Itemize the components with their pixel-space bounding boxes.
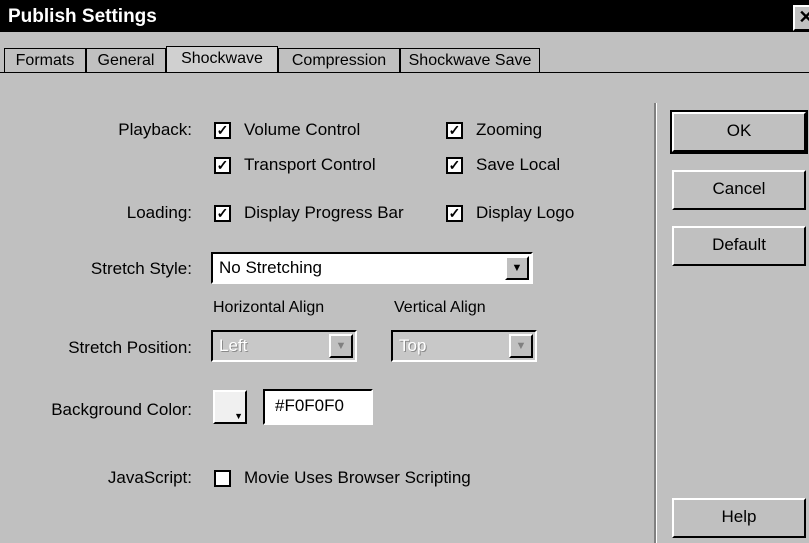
checkmark-icon: ✓	[214, 122, 231, 139]
background-color-label: Background Color:	[51, 400, 192, 419]
checkmark-icon: ✓	[446, 205, 463, 222]
tab-compression[interactable]: Compression	[278, 48, 400, 73]
stretch-position-label: Stretch Position:	[68, 338, 192, 357]
display-progress-bar-label: Display Progress Bar	[244, 203, 404, 222]
checkmark-icon: ✓	[214, 157, 231, 174]
save-local-label: Save Local	[476, 155, 561, 174]
chevron-down-icon: ▼	[234, 411, 243, 421]
browser-scripting-label: Movie Uses Browser Scripting	[244, 468, 471, 487]
chevron-down-icon[interactable]: ▼	[505, 256, 529, 280]
title-bar: Publish Settings ✕	[0, 0, 809, 32]
checkmark-icon: ✓	[214, 205, 231, 222]
tab-strip: Formats General Shockwave Compression Sh…	[0, 46, 809, 74]
hex-color-field[interactable]: #F0F0F0	[263, 389, 373, 425]
cancel-button[interactable]: Cancel	[672, 170, 806, 210]
stretch-style-select[interactable]: No Stretching ▼	[211, 252, 533, 284]
color-swatch[interactable]: ▼	[213, 390, 247, 424]
checkmark-icon: ✓	[446, 157, 463, 174]
stretch-style-label: Stretch Style:	[90, 259, 192, 278]
tab-general[interactable]: General	[86, 48, 166, 73]
zooming-label: Zooming	[476, 120, 543, 139]
vertical-align-label: Vertical Align	[394, 299, 486, 316]
checkbox-box	[214, 470, 231, 487]
horizontal-align-label: Horizontal Align	[213, 299, 325, 316]
ok-button[interactable]: OK	[670, 110, 808, 154]
chevron-down-icon: ▼	[329, 334, 353, 358]
hex-color-value: #F0F0F0	[275, 396, 344, 415]
vertical-divider	[654, 103, 657, 543]
checkmark-icon: ✓	[446, 122, 463, 139]
close-icon[interactable]: ✕	[793, 5, 809, 31]
vertical-align-value: Top	[399, 336, 427, 355]
tab-shockwave[interactable]: Shockwave	[166, 46, 278, 73]
horizontal-align-value: Left	[219, 336, 248, 355]
tab-formats[interactable]: Formats	[4, 48, 86, 73]
playback-label: Playback:	[118, 120, 192, 139]
volume-control-label: Volume Control	[244, 120, 361, 139]
chevron-down-icon: ▼	[509, 334, 533, 358]
default-button[interactable]: Default	[672, 226, 806, 266]
stretch-style-value: No Stretching	[219, 258, 322, 277]
javascript-label: JavaScript:	[107, 468, 192, 487]
loading-label: Loading:	[126, 203, 192, 222]
window-title: Publish Settings	[8, 6, 157, 27]
horizontal-align-select: Left ▼	[211, 330, 357, 362]
vertical-align-select: Top ▼	[391, 330, 537, 362]
transport-control-label: Transport Control	[244, 155, 376, 174]
tab-divider	[0, 72, 809, 73]
help-button[interactable]: Help	[672, 498, 806, 538]
display-logo-label: Display Logo	[476, 203, 575, 222]
tab-shockwave-save[interactable]: Shockwave Save	[400, 48, 540, 73]
